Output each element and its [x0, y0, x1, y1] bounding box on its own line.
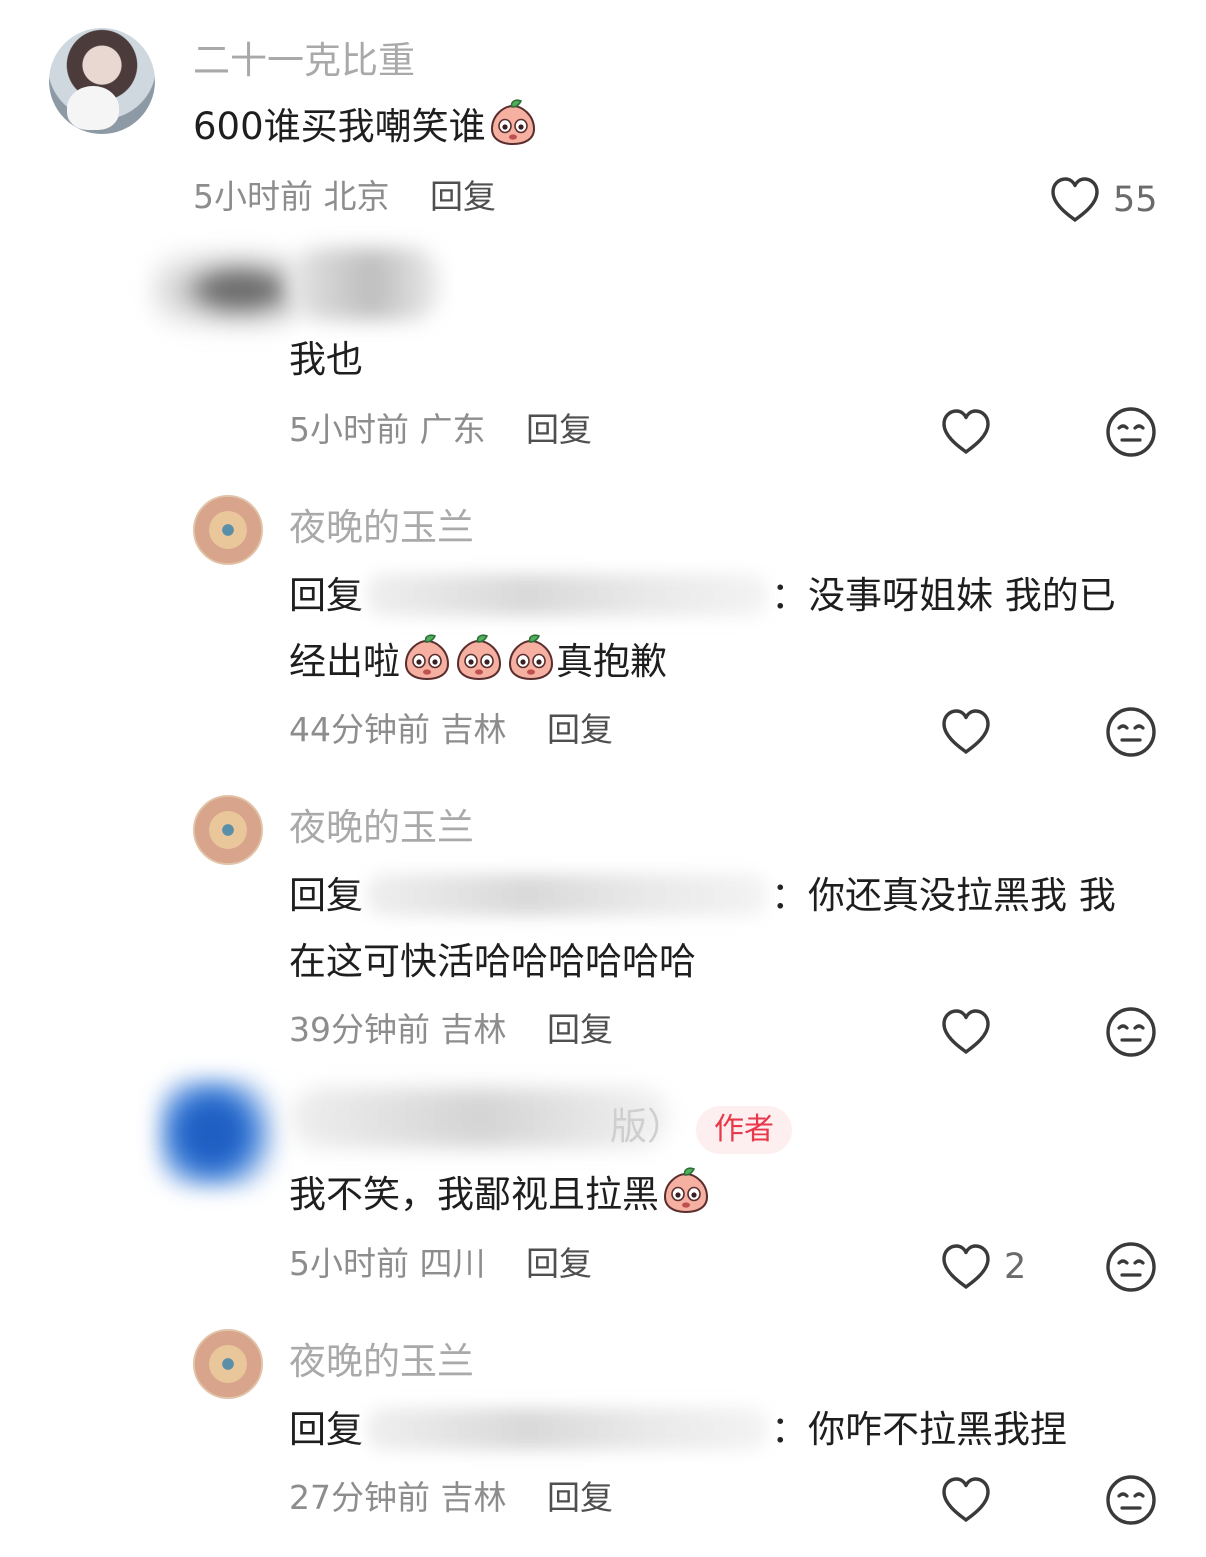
redacted-mention[interactable]: [367, 874, 767, 916]
like-button[interactable]: [940, 1476, 992, 1524]
reply-prefix: 回复: [289, 1408, 363, 1451]
comment-text-content: 600谁买我嘲笑谁: [193, 105, 486, 148]
comment-text: 回复 ：你还真没拉黑我 我: [289, 863, 1116, 929]
heart-outline-icon: [940, 1008, 992, 1056]
heart-outline-icon: [940, 708, 992, 756]
comment-meta: 5小时前 四川 回复: [289, 1247, 592, 1280]
avatar-dog-shape: [67, 86, 119, 130]
comment-meta: 27分钟前 吉林 回复: [289, 1481, 613, 1514]
reply-prefix: 回复: [289, 874, 363, 917]
heart-outline-icon: [940, 1243, 992, 1291]
like-button[interactable]: 55: [1049, 176, 1158, 224]
like-button[interactable]: [940, 408, 992, 456]
comment-time: 5小时前: [289, 1244, 409, 1283]
comment-location: 吉林: [440, 1010, 507, 1049]
comment-text-cont: 经出啦 真抱歉: [289, 629, 667, 695]
reply-button[interactable]: 回复: [547, 710, 613, 749]
redacted-author-name[interactable]: [290, 248, 440, 320]
comment-text-line1: ：没事呀姐妹 我的已: [771, 574, 1116, 617]
heart-outline-icon: [940, 1476, 992, 1524]
heart-outline-icon: [1049, 176, 1101, 224]
author-name-tail: 版）: [610, 1105, 684, 1148]
comment-text-line1: ：你咋不拉黑我捏: [771, 1408, 1067, 1451]
crying-laughing-emoji-icon: [661, 1165, 711, 1215]
comment-text: 我不笑，我鄙视且拉黑: [289, 1162, 711, 1228]
redacted-mention[interactable]: [367, 1408, 767, 1450]
like-button[interactable]: [940, 1008, 992, 1056]
redacted-avatar[interactable]: [150, 250, 300, 330]
comment-meta: 5小时前 广东 回复: [289, 413, 592, 446]
meh-face-icon: [1105, 1474, 1157, 1526]
comment-meta: 44分钟前 吉林 回复: [289, 713, 613, 746]
comment-location: 北京: [323, 177, 390, 216]
avatar[interactable]: [49, 28, 155, 134]
like-button[interactable]: [940, 708, 992, 756]
dislike-button[interactable]: [1105, 1006, 1157, 1058]
comment-time: 5小时前: [289, 410, 409, 449]
heart-outline-icon: [940, 408, 992, 456]
comment-location: 广东: [419, 410, 486, 449]
comment-text-cont: 在这可快活哈哈哈哈哈哈: [289, 940, 696, 983]
hand-over-mouth-emoji-icon: [506, 632, 556, 682]
meh-face-icon: [1105, 1006, 1157, 1058]
comment-time: 39分钟前: [289, 1010, 430, 1049]
comment-location: 四川: [419, 1244, 486, 1283]
comment-text: 600谁买我嘲笑谁: [193, 94, 538, 160]
reply-button[interactable]: 回复: [547, 1010, 613, 1049]
hand-over-mouth-emoji-icon: [402, 632, 452, 682]
avatar[interactable]: [193, 1329, 263, 1399]
meh-face-icon: [1105, 706, 1157, 758]
reply-button[interactable]: 回复: [430, 177, 496, 216]
dislike-button[interactable]: [1105, 1474, 1157, 1526]
comment-author[interactable]: 夜晚的玉兰: [289, 1343, 474, 1380]
comment-time: 27分钟前: [289, 1478, 430, 1517]
reply-prefix: 回复: [289, 574, 363, 617]
meh-face-icon: [1105, 1241, 1157, 1293]
reply-button[interactable]: 回复: [526, 410, 592, 449]
reply-button[interactable]: 回复: [547, 1478, 613, 1517]
dislike-button[interactable]: [1105, 406, 1157, 458]
comment-text: 回复 ：没事呀姐妹 我的已: [289, 563, 1116, 629]
comment-text: 回复 ：你咋不拉黑我捏: [289, 1397, 1067, 1463]
meh-face-icon: [1105, 406, 1157, 458]
comment-meta: 5小时前 北京 回复: [193, 180, 496, 213]
comment-author[interactable]: 夜晚的玉兰: [289, 509, 474, 546]
like-button[interactable]: 2: [940, 1243, 1026, 1291]
like-count: 2: [1004, 1247, 1027, 1287]
hand-over-mouth-emoji-icon: [454, 632, 504, 682]
comment-text-line2b: 真抱歉: [556, 640, 667, 683]
redacted-avatar[interactable]: [158, 1078, 278, 1188]
comment-location: 吉林: [440, 710, 507, 749]
like-count: 55: [1113, 180, 1158, 220]
comment-time: 5小时前: [193, 177, 313, 216]
dislike-button[interactable]: [1105, 1241, 1157, 1293]
sweat-face-emoji-icon: [488, 97, 538, 147]
comment-author[interactable]: 夜晚的玉兰: [289, 809, 474, 846]
avatar[interactable]: [193, 795, 263, 865]
comment-location: 吉林: [440, 1478, 507, 1517]
comment-text-line2a: 经出啦: [289, 640, 400, 683]
author-badge: 作者: [696, 1106, 792, 1154]
comment-text: 我也: [289, 338, 363, 381]
comment-author[interactable]: 二十一克比重: [193, 42, 415, 79]
comment-meta: 39分钟前 吉林 回复: [289, 1013, 613, 1046]
reply-button[interactable]: 回复: [526, 1244, 592, 1283]
comment-text-content: 我不笑，我鄙视且拉黑: [289, 1173, 659, 1216]
comment-time: 44分钟前: [289, 710, 430, 749]
redacted-mention[interactable]: [367, 574, 767, 616]
avatar[interactable]: [193, 495, 263, 565]
comment-text-line1: ：你还真没拉黑我 我: [771, 874, 1116, 917]
dislike-button[interactable]: [1105, 706, 1157, 758]
